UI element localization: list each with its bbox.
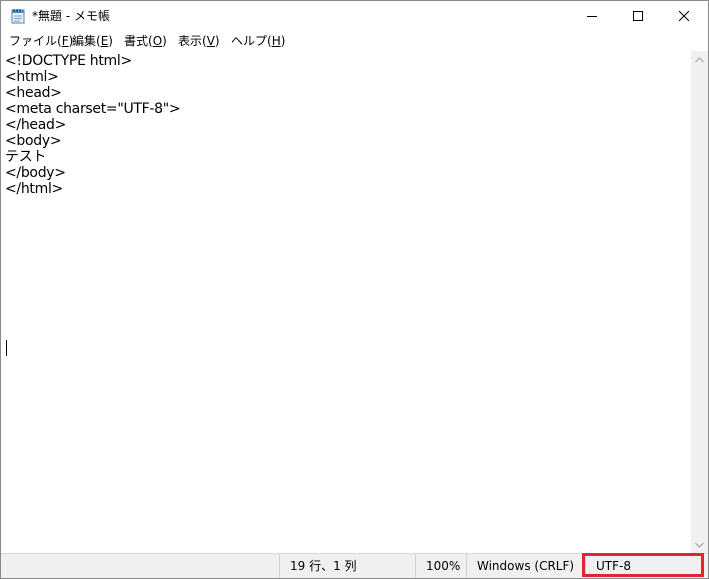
menu-file[interactable]: ファイル(F) [8,33,74,50]
maximize-icon [633,11,643,21]
scroll-down-button[interactable] [691,536,708,553]
editor-line: テスト [5,149,47,165]
menu-bar: ファイル(F) 編集(E) 書式(O) 表示(V) ヘルプ(H) [1,32,708,51]
notepad-window: *無題 - メモ帳 ファイル(F) 編集(E) 書式(O) 表示(V) ヘルプ(… [0,0,709,579]
editor-line: </html> [5,181,63,197]
editor-line: <!DOCTYPE html> [5,53,132,69]
close-button[interactable] [661,1,707,31]
window-title: *無題 - メモ帳 [32,9,110,23]
status-cursor-position: 19 行、1 列 [279,554,412,578]
editor-line: <meta charset="UTF-8"> [5,101,181,117]
menu-help[interactable]: ヘルプ(H) [230,33,286,50]
scroll-up-button[interactable] [691,51,708,68]
editor-line: </body> [5,165,66,181]
menu-view[interactable]: 表示(V) [177,33,221,50]
minimize-icon [587,16,597,17]
chevron-down-icon [695,542,704,548]
editor-line: <head> [5,85,62,101]
minimize-button[interactable] [569,1,615,31]
menu-format[interactable]: 書式(O) [123,33,168,50]
close-icon [679,11,689,21]
chevron-up-icon [695,56,704,62]
editor-line: <html> [5,69,59,85]
encoding-highlight-box [582,553,704,577]
text-caret [6,340,7,356]
notepad-icon[interactable] [11,8,25,24]
vertical-scrollbar[interactable] [691,51,708,553]
status-line-ending: Windows (CRLF) [466,554,582,578]
menu-edit[interactable]: 編集(E) [71,33,114,50]
editor-line: </head> [5,117,67,133]
text-editor[interactable]: <!DOCTYPE html> <html> <head> <meta char… [1,51,691,553]
status-zoom: 100% [415,554,466,578]
title-bar[interactable]: *無題 - メモ帳 [1,1,708,31]
editor-line: <body> [5,133,62,149]
maximize-button[interactable] [615,1,661,31]
